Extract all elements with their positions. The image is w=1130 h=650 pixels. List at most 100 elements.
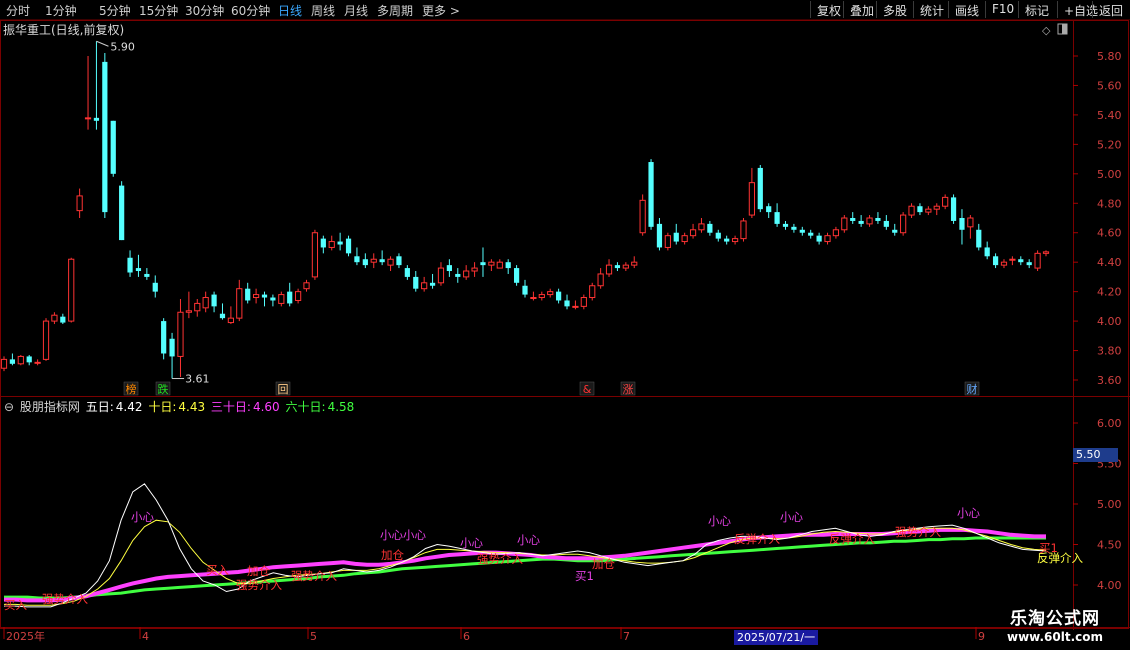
candle-body[interactable] — [866, 217, 873, 225]
candle-body[interactable] — [799, 229, 805, 233]
candle-body[interactable] — [967, 217, 974, 228]
candle-body[interactable] — [656, 223, 663, 248]
period-tab-3[interactable]: 15分钟 — [139, 2, 178, 19]
candle-body[interactable] — [354, 256, 360, 263]
candle-body[interactable] — [219, 313, 226, 319]
candle-body[interactable] — [278, 294, 285, 304]
candle-body[interactable] — [522, 285, 528, 295]
candle-body[interactable] — [387, 258, 394, 266]
candle-body[interactable] — [471, 267, 478, 272]
candle-body[interactable] — [362, 259, 368, 266]
candle-body[interactable] — [404, 268, 410, 277]
event-tag[interactable]: 回 — [278, 383, 289, 396]
candle-body[interactable] — [26, 356, 32, 363]
candle-body[interactable] — [328, 241, 335, 248]
candle-body[interactable] — [1042, 251, 1050, 254]
candle-body[interactable] — [421, 282, 428, 290]
candle-body[interactable] — [1018, 259, 1024, 263]
candle-body[interactable] — [211, 294, 217, 307]
candle-body[interactable] — [933, 205, 940, 210]
candle-body[interactable] — [808, 232, 814, 236]
candle-body[interactable] — [731, 238, 739, 243]
candle-body[interactable] — [51, 314, 58, 322]
candle-body[interactable] — [463, 270, 470, 278]
candle-body[interactable] — [135, 268, 142, 272]
candle-body[interactable] — [850, 218, 856, 221]
candle-body[interactable] — [597, 273, 604, 287]
candle-body[interactable] — [9, 359, 16, 364]
candle-body[interactable] — [480, 262, 486, 266]
candle-body[interactable] — [169, 338, 175, 357]
candle-body[interactable] — [446, 265, 452, 272]
candle-body[interactable] — [488, 261, 495, 266]
candle-body[interactable] — [925, 208, 932, 213]
candle-body[interactable] — [858, 220, 864, 224]
period-tab-2[interactable]: 5分钟 — [99, 2, 131, 19]
period-tab-5[interactable]: 60分钟 — [231, 2, 270, 19]
candle-body[interactable] — [245, 288, 251, 301]
candle-body[interactable] — [832, 229, 840, 237]
candle-body[interactable] — [236, 288, 243, 319]
candle-body[interactable] — [295, 291, 302, 301]
candle-body[interactable] — [42, 320, 50, 360]
candle-body[interactable] — [556, 291, 562, 301]
candle-body[interactable] — [287, 291, 293, 304]
toolbar-button-1[interactable]: 叠加 — [843, 1, 874, 18]
candle-body[interactable] — [0, 358, 8, 369]
toolbar-button-8[interactable]: 返回 — [1092, 1, 1123, 18]
candle-body[interactable] — [311, 232, 319, 278]
candle-body[interactable] — [689, 229, 697, 237]
candle-body[interactable] — [564, 300, 570, 307]
toolbar-button-3[interactable]: 统计 — [913, 1, 944, 18]
indicator-icon[interactable]: ⊖ — [4, 400, 14, 414]
candle-body[interactable] — [824, 235, 831, 243]
candle-body[interactable] — [60, 316, 66, 323]
candle-body[interactable] — [227, 317, 234, 324]
candle-body[interactable] — [119, 185, 125, 241]
candle-body[interactable] — [455, 273, 461, 277]
candle-body[interactable] — [185, 310, 192, 313]
toolbar-button-2[interactable]: 多股 — [876, 1, 907, 18]
candle-body[interactable] — [580, 297, 587, 307]
candle-body[interactable] — [698, 223, 705, 231]
candle-body[interactable] — [345, 238, 352, 254]
candle-body[interactable] — [757, 167, 763, 210]
candle-body[interactable] — [177, 311, 184, 357]
candle-body[interactable] — [622, 264, 629, 269]
candle-body[interactable] — [715, 232, 721, 239]
candle-body[interactable] — [875, 218, 881, 221]
candle-body[interactable] — [261, 294, 268, 298]
candle-body[interactable] — [379, 259, 385, 263]
candle-body[interactable] — [337, 241, 343, 245]
candle-body[interactable] — [396, 256, 402, 266]
candle-body[interactable] — [194, 302, 201, 312]
candle-body[interactable] — [917, 206, 923, 213]
candle-body[interactable] — [673, 232, 679, 242]
candle-body[interactable] — [370, 258, 377, 263]
candle-body[interactable] — [144, 273, 150, 277]
candle-body[interactable] — [589, 285, 596, 299]
candle-body[interactable] — [437, 267, 445, 284]
candlestick-series[interactable]: 5.90 3.61 — [0, 40, 1050, 386]
candle-body[interactable] — [127, 257, 133, 273]
candle-body[interactable] — [748, 182, 755, 216]
candle-body[interactable] — [84, 117, 92, 120]
period-tab-8[interactable]: 月线 — [344, 2, 368, 19]
candle-body[interactable] — [252, 294, 260, 299]
candle-body[interactable] — [17, 355, 24, 365]
candle-body[interactable] — [547, 291, 554, 296]
period-tab-10[interactable]: 更多 > — [422, 2, 460, 19]
event-tag[interactable]: 涨 — [623, 383, 634, 396]
toolbar-button-0[interactable]: 复权 — [810, 1, 841, 18]
candle-body[interactable] — [816, 235, 822, 242]
candle-body[interactable] — [841, 217, 848, 231]
candle-body[interactable] — [93, 117, 100, 121]
event-tag[interactable]: 财 — [967, 382, 978, 396]
candle-body[interactable] — [202, 297, 209, 309]
candle-body[interactable] — [513, 268, 520, 283]
period-tab-1[interactable]: 1分钟 — [45, 2, 77, 19]
stock-chart[interactable]: ◇ 5.90 3.61 5.80 5.60 5.40 5.20 5.00 4.80 4.60 4… — [0, 20, 1130, 650]
candle-body[interactable] — [707, 223, 713, 233]
candle-body[interactable] — [782, 223, 789, 227]
candle-body[interactable] — [950, 197, 957, 221]
